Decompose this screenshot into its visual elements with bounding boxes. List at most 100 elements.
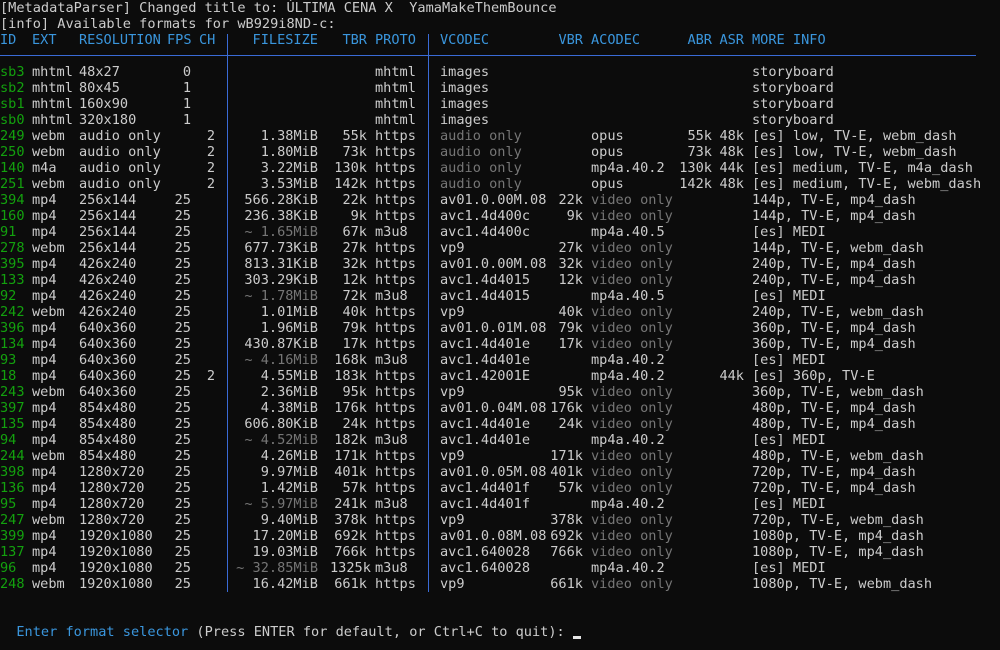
cell-fps: 25 — [174, 560, 191, 576]
cell-acodec: opus — [591, 144, 624, 160]
cell-info: 1080p, TV-E, mp4_dash — [752, 544, 924, 560]
cell-acodec: video only — [591, 528, 673, 544]
cell-info: [es] MEDI — [752, 224, 826, 240]
cell-proto: https — [375, 320, 416, 336]
col-abr: ABR — [687, 32, 712, 48]
cell-tbr: 142k — [334, 176, 367, 192]
cell-proto: https — [375, 144, 416, 160]
cell-proto: https — [375, 544, 416, 560]
cell-vcodec: vp9 — [440, 512, 465, 528]
cell-size: 813.31KiB — [244, 256, 318, 272]
table-row: 244 webm 854x480 25 4.26MiB 171k https vp9 171k v… — [0, 448, 1000, 464]
cell-ext: webm — [32, 384, 65, 400]
cell-proto: mhtml — [375, 112, 416, 128]
col-ch: CH — [199, 32, 216, 48]
cell-fps: 0 — [182, 64, 191, 80]
text-cursor[interactable] — [572, 636, 581, 639]
cell-ext: mp4 — [32, 560, 57, 576]
col-tbr: TBR — [342, 32, 367, 48]
cell-fps: 25 — [174, 304, 191, 320]
cell-acodec: mp4a.40.5 — [591, 224, 665, 240]
cell-vbr: 661k — [550, 576, 583, 592]
cell-acodec: mp4a.40.2 — [591, 560, 665, 576]
col-more-info: MORE INFO — [752, 32, 826, 48]
col-id: ID — [0, 32, 17, 48]
cell-acodec: video only — [591, 400, 673, 416]
table-row: 248 webm 1920x1080 25 16.42MiB 661k https vp9 66… — [0, 576, 1000, 592]
cell-res: 80x45 — [79, 80, 120, 96]
cell-size: ~ 32.85MiB — [236, 560, 318, 576]
cell-vcodec: av01.0.01M.08 — [440, 320, 547, 336]
cell-info: 480p, TV-E, webm_dash — [752, 448, 924, 464]
cell-proto: mhtml — [375, 96, 416, 112]
cell-fps: 25 — [174, 192, 191, 208]
cell-id: 396 — [0, 320, 25, 336]
cell-ext: webm — [32, 576, 65, 592]
cell-fps: 25 — [174, 464, 191, 480]
cell-fps: 25 — [174, 336, 191, 352]
cell-ext: mp4 — [32, 432, 57, 448]
cell-size: ~ 1.78MiB — [244, 288, 318, 304]
cell-tbr: 183k — [334, 368, 367, 384]
cell-info: 1080p, TV-E, mp4_dash — [752, 528, 924, 544]
cell-id: 135 — [0, 416, 25, 432]
cell-proto: https — [375, 240, 416, 256]
cell-ext: mp4 — [32, 416, 57, 432]
cell-fps: 25 — [174, 432, 191, 448]
cell-proto: m3u8 — [375, 352, 408, 368]
cell-vcodec: audio only — [440, 160, 522, 176]
cell-size: 1.01MiB — [260, 304, 318, 320]
cell-vcodec: avc1.4d4015 — [440, 288, 531, 304]
cell-info: 144p, TV-E, mp4_dash — [752, 208, 916, 224]
cell-acodec: video only — [591, 304, 673, 320]
table-row: 399 mp4 1920x1080 25 17.20MiB 692k https av01.0… — [0, 528, 1000, 544]
cell-asr: 48k — [719, 128, 744, 144]
cell-fps: 25 — [174, 400, 191, 416]
prompt-line[interactable]: Enter format selector (Press ENTER for d… — [0, 608, 581, 640]
cell-vcodec: avc1.42001E — [440, 368, 531, 384]
cell-asr: 48k — [719, 144, 744, 160]
cell-proto: m3u8 — [375, 496, 408, 512]
table-row: 92 mp4 426x240 25 ~ 1.78MiB 72k m3u8 avc1.4d401… — [0, 288, 1000, 304]
cell-size: 17.20MiB — [252, 528, 318, 544]
table-row: 136 mp4 1280x720 25 1.42MiB 57k https avc1.4d40… — [0, 480, 1000, 496]
cell-vcodec: images — [440, 80, 490, 96]
cell-vcodec: avc1.4d400c — [440, 208, 531, 224]
cell-proto: https — [375, 160, 416, 176]
cell-vbr: 9k — [566, 208, 583, 224]
cell-abr: 73k — [687, 144, 712, 160]
cell-ext: m4a — [32, 160, 57, 176]
table-row: 18 mp4 640x360 25 2 4.55MiB 183k https avc1.4200… — [0, 368, 1000, 384]
cell-acodec: opus — [591, 176, 624, 192]
cell-size: 3.22MiB — [260, 160, 318, 176]
cell-vcodec: av01.0.04M.08 — [440, 400, 547, 416]
cell-fps: 25 — [174, 512, 191, 528]
cell-vbr: 171k — [550, 448, 583, 464]
cell-res: 426x240 — [79, 256, 137, 272]
cell-info: 360p, TV-E, mp4_dash — [752, 336, 916, 352]
cell-id: 94 — [0, 432, 17, 448]
cell-size: ~ 5.97MiB — [244, 496, 318, 512]
cell-ext: webm — [32, 512, 65, 528]
cell-proto: m3u8 — [375, 560, 408, 576]
table-row: 242 webm 426x240 25 1.01MiB 40k https vp9 40k vid… — [0, 304, 1000, 320]
cell-id: 160 — [0, 208, 25, 224]
cell-info: 240p, TV-E, mp4_dash — [752, 256, 916, 272]
cell-res: 48x27 — [79, 64, 120, 80]
cell-acodec: video only — [591, 320, 673, 336]
cell-size: 4.26MiB — [260, 448, 318, 464]
cell-size: 1.96MiB — [260, 320, 318, 336]
cell-res: 426x240 — [79, 272, 137, 288]
cell-res: 640x360 — [79, 352, 137, 368]
cell-abr: 130k — [679, 160, 712, 176]
cell-proto: https — [375, 400, 416, 416]
cell-tbr: 1325k — [330, 560, 371, 576]
cell-tbr: 401k — [334, 464, 367, 480]
cell-id: 248 — [0, 576, 25, 592]
cell-vbr: 378k — [550, 512, 583, 528]
table-row: 93 mp4 640x360 25 ~ 4.16MiB 168k m3u8 avc1.4d40… — [0, 352, 1000, 368]
cell-vcodec: av01.0.00M.08 — [440, 192, 547, 208]
cell-id: 96 — [0, 560, 17, 576]
cell-id: 133 — [0, 272, 25, 288]
cell-info: 480p, TV-E, mp4_dash — [752, 416, 916, 432]
